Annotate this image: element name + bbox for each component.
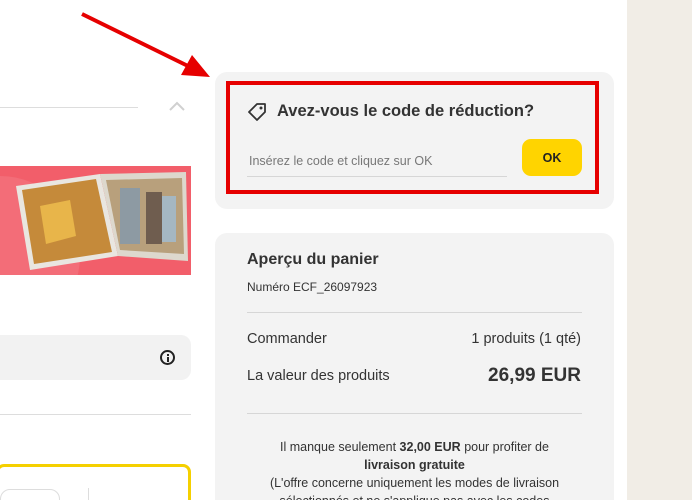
cart-divider (247, 312, 582, 313)
shipping-free: livraison gratuite (364, 458, 465, 472)
products-total: 26,99 EUR (488, 365, 581, 386)
order-quantity: 1 produits (1 qté) (471, 331, 581, 347)
discount-title: Avez-vous le code de réduction? (277, 102, 535, 120)
product-preview-image (0, 166, 191, 275)
chevron-up-icon[interactable] (168, 100, 186, 112)
section-divider (0, 107, 138, 108)
shipping-prefix: Il manque seulement (280, 440, 397, 454)
cart-divider (247, 413, 582, 414)
order-label: Commander (247, 331, 327, 347)
tag-icon (248, 103, 266, 121)
shipping-condition: (L'offre concerne uniquement les modes d… (269, 476, 560, 500)
section-divider (0, 414, 191, 415)
cart-title: Aperçu du panier (247, 251, 379, 268)
shipping-suffix: pour profiter de (464, 440, 549, 454)
products-value-label: La valeur des produits (247, 368, 390, 384)
ok-button[interactable]: OK (522, 139, 582, 176)
shipping-amount: 32,00 EUR (399, 440, 461, 454)
option-pill[interactable] (0, 489, 60, 500)
page-side-background (627, 0, 692, 500)
free-shipping-note: Il manque seulement 32,00 EUR pour profi… (247, 438, 582, 500)
info-icon[interactable] (160, 350, 175, 365)
discount-code-input[interactable] (247, 146, 507, 177)
option-divider (88, 488, 89, 500)
annotation-highlight-box (226, 81, 599, 194)
cart-number: Numéro ECF_26097923 (247, 280, 378, 294)
